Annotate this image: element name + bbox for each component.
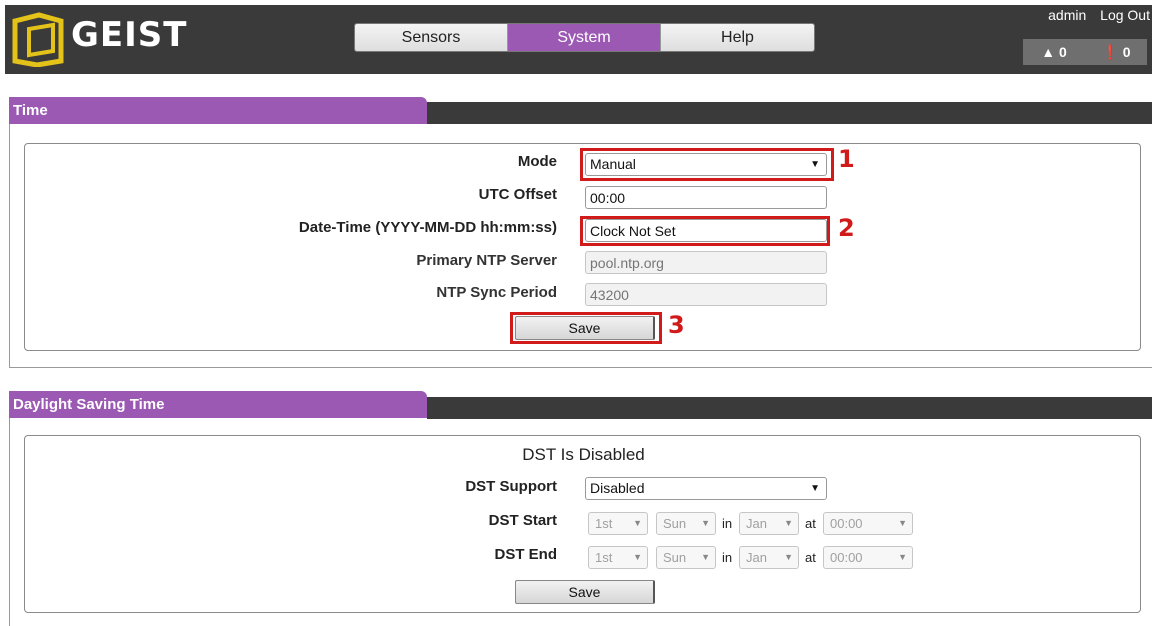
dst-start-month: Jan [746,516,767,531]
chevron-down-icon: ▼ [633,552,642,562]
dst-start-time-select: 00:00 ▼ [823,512,913,535]
chevron-down-icon: ▼ [633,518,642,528]
ntp-server-label: Primary NTP Server [416,252,557,269]
dst-end-label: DST End [494,546,558,563]
tab-sensors[interactable]: Sensors [355,24,508,51]
dst-end-month-select: Jan ▼ [739,546,799,569]
dst-panel-title: Daylight Saving Time [9,391,427,418]
user-link-admin[interactable]: admin [1048,7,1086,23]
dst-start-at: at [805,516,816,531]
logo-hexagon-icon [12,12,64,67]
callout-number-2: 2 [838,214,855,242]
dst-end-month: Jan [746,550,767,565]
dst-end-time: 00:00 [830,550,863,565]
chevron-down-icon: ▼ [784,552,793,562]
main-nav: Sensors System Help [354,23,815,52]
callout-number-3: 3 [668,311,685,339]
time-panel-title: Time [9,97,427,124]
chevron-down-icon: ▼ [701,552,710,562]
alarm-count[interactable]: ▲ 0 [1023,44,1085,60]
user-links: admin Log Out [1038,7,1150,23]
dst-end-in: in [722,550,733,565]
logout-link[interactable]: Log Out [1100,7,1150,23]
chevron-down-icon: ▼ [810,483,820,494]
dst-start-day: Sun [663,516,687,531]
exclamation-circle-icon: ❗ [1101,43,1119,60]
dst-save-button[interactable]: Save [515,580,655,604]
chevron-down-icon: ▼ [898,518,907,528]
callout-number-1: 1 [838,145,855,173]
tab-help[interactable]: Help [661,24,814,51]
warning-triangle-icon: ▲ [1041,44,1056,60]
date-time-label: Date-Time (YYYY-MM-DD hh:mm:ss) [298,219,557,236]
chevron-down-icon: ▼ [898,552,907,562]
dst-support-label: DST Support [465,478,557,495]
dst-support-value: Disabled [590,480,645,496]
dst-end-week: 1st [595,550,613,565]
ntp-sync-label: NTP Sync Period [436,284,557,301]
dst-start-in: in [722,516,733,531]
dst-start-week: 1st [595,516,613,531]
tab-system[interactable]: System [508,24,661,51]
dst-end-at: at [805,550,816,565]
dst-start-week-select: 1st ▼ [588,512,648,535]
callout-box-datetime [580,216,830,246]
ntp-server-input [585,251,827,274]
logo-text: GEIST [71,15,188,55]
dst-end-time-select: 00:00 ▼ [823,546,913,569]
alarm-count-value: 0 [1058,44,1067,60]
dst-end-day-select: Sun ▼ [656,546,716,569]
dst-start-month-select: Jan ▼ [739,512,799,535]
top-header: GEIST Sensors System Help admin Log Out … [5,5,1152,74]
dst-start-time: 00:00 [830,516,863,531]
time-form: Mode Manual ▼ UTC Offset Date-Time (YYYY… [24,143,1141,351]
utc-offset-input[interactable] [585,186,827,209]
warning-count-value: 0 [1122,43,1131,60]
ntp-sync-input [585,283,827,306]
warning-count[interactable]: ❗ 0 [1085,44,1147,61]
page: GEIST Sensors System Help admin Log Out … [0,0,1152,626]
utc-offset-label: UTC Offset [478,186,557,203]
callout-box-mode [580,148,834,181]
mode-label: Mode [517,153,557,170]
dst-status-text: DST Is Disabled [522,445,645,464]
dst-end-week-select: 1st ▼ [588,546,648,569]
chevron-down-icon: ▼ [701,518,710,528]
time-panel-bar [427,102,1152,124]
dst-start-day-select: Sun ▼ [656,512,716,535]
geist-logo[interactable]: GEIST [9,11,219,67]
chevron-down-icon: ▼ [784,518,793,528]
dst-form: DST Is Disabled DST Support Disabled ▼ D… [24,435,1141,613]
dst-start-label: DST Start [488,512,557,529]
alarm-status: ▲ 0 ❗ 0 [1023,39,1147,65]
dst-panel-bar [427,397,1152,419]
dst-support-select[interactable]: Disabled ▼ [585,477,827,500]
dst-end-day: Sun [663,550,687,565]
callout-box-save [510,312,662,344]
